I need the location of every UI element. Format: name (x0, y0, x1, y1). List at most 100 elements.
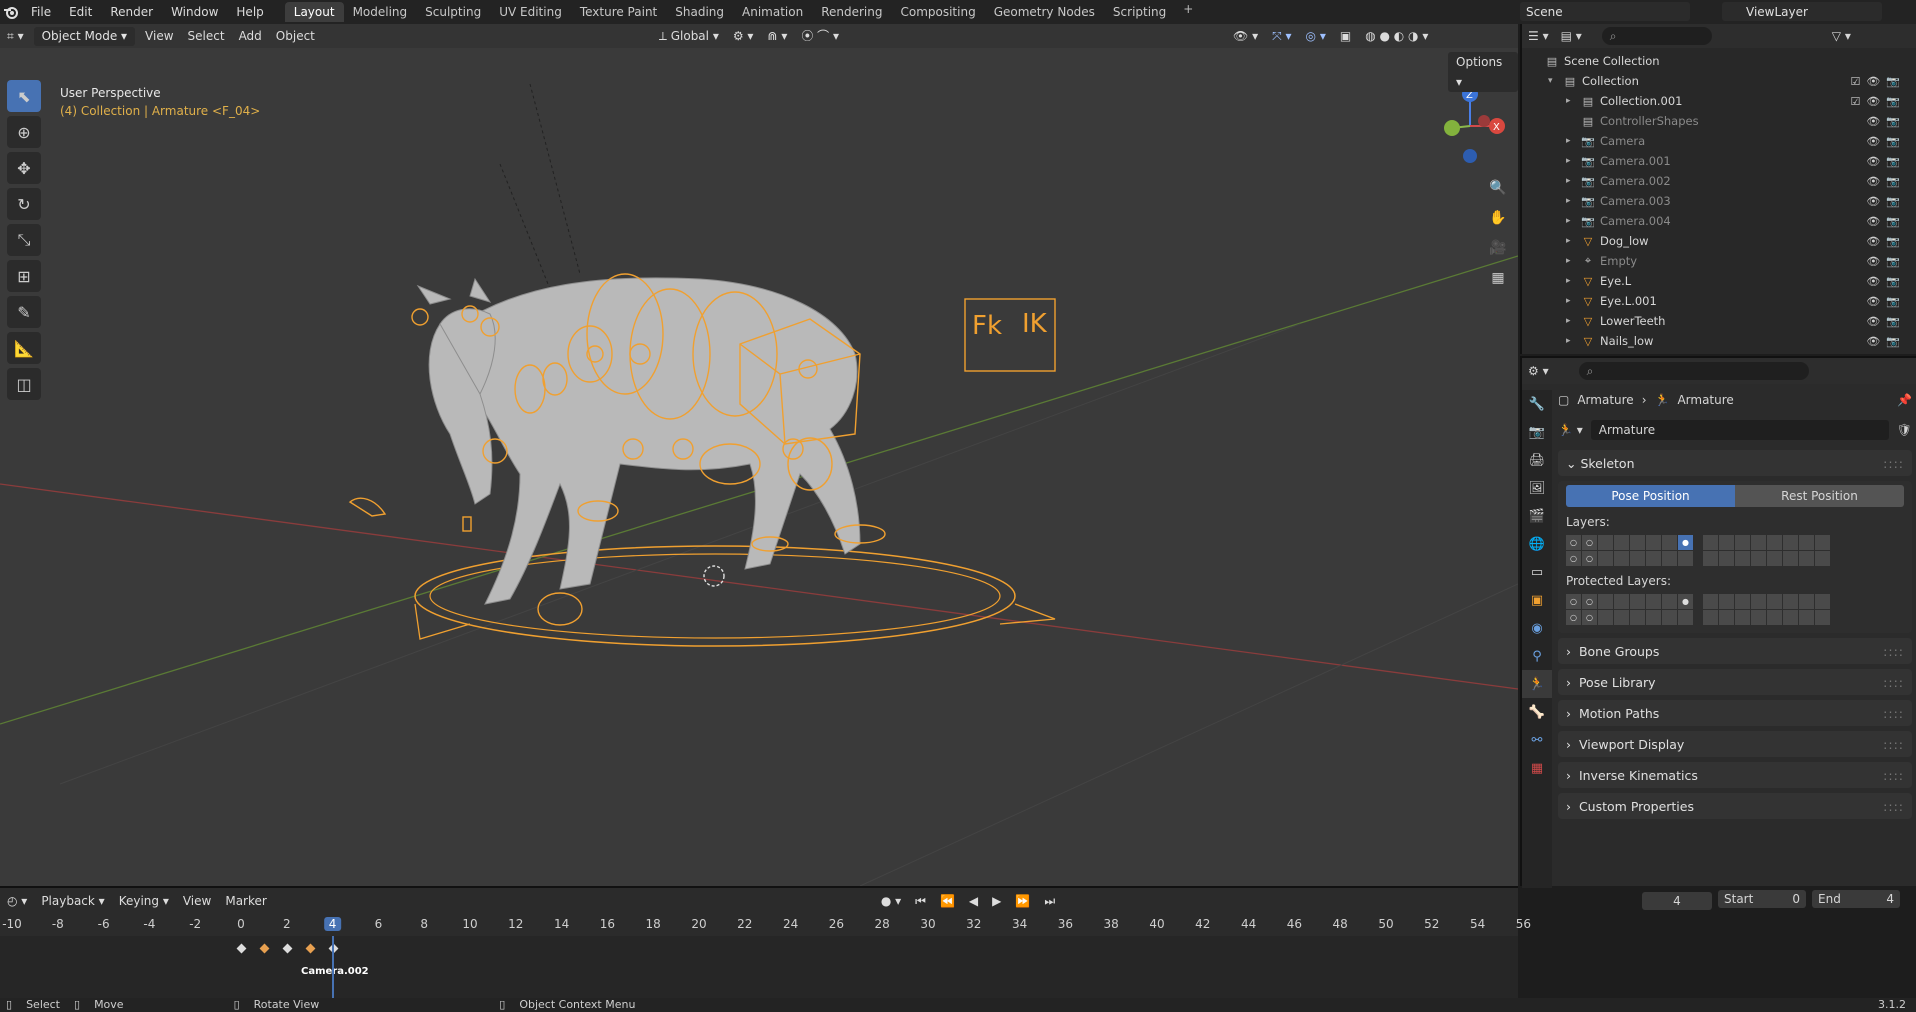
tab-sculpting[interactable]: Sculpting (416, 2, 490, 22)
layer-toggle[interactable] (1799, 535, 1814, 550)
outliner-editor-icon[interactable]: ☰ ▾ (1528, 29, 1549, 43)
tab-uv-editing[interactable]: UV Editing (490, 2, 571, 22)
add-workspace-icon[interactable]: + (1175, 2, 1201, 22)
camera-view-icon[interactable]: 🎥 (1484, 234, 1512, 262)
outliner-row[interactable]: ▸ 📷 Camera 👁📷 (1522, 131, 1916, 151)
gizmo-toggle-icon[interactable]: ⤧ ▾ (1265, 25, 1298, 47)
tab-rendering[interactable]: Rendering (812, 2, 891, 22)
layer-toggle[interactable] (1630, 610, 1645, 625)
visibility-toggles[interactable]: 👁📷 (1866, 215, 1906, 228)
tab-shading[interactable]: Shading (666, 2, 733, 22)
layer-buttons-left[interactable]: ○ ○ ● ○ ○ (1566, 535, 1693, 566)
current-frame-field[interactable]: 4 (1642, 892, 1712, 910)
layer-toggle[interactable] (1598, 610, 1613, 625)
panel-header[interactable]: › Inverse Kinematics:::: (1558, 762, 1912, 788)
layer-toggle[interactable] (1783, 535, 1798, 550)
menu-add[interactable]: Add (232, 25, 269, 47)
expand-down-icon[interactable]: ▾ (1548, 76, 1562, 86)
menu-view[interactable]: View (138, 25, 180, 47)
visibility-toggles[interactable]: 👁📷 (1866, 295, 1906, 308)
layer-toggle[interactable] (1735, 594, 1750, 609)
tab-modeling[interactable]: Modeling (344, 2, 417, 22)
render-tab-icon[interactable]: 📷 (1522, 418, 1552, 446)
editor-type-icon[interactable]: ⌗ ▾ (0, 25, 31, 47)
pin-icon[interactable]: 📌 (1897, 393, 1912, 407)
layer-toggle[interactable] (1815, 594, 1830, 609)
blender-logo-icon[interactable] (0, 0, 22, 24)
properties-search-input[interactable]: ⌕ (1578, 362, 1809, 380)
layer-toggle[interactable] (1767, 551, 1782, 566)
keyframe-diamond[interactable] (305, 943, 316, 954)
tab-compositing[interactable]: Compositing (891, 2, 984, 22)
layer-toggle[interactable]: ○ (1566, 535, 1581, 550)
expand-right-icon[interactable]: ▸ (1566, 96, 1580, 106)
fake-user-shield-icon[interactable]: 🛡 (1897, 423, 1912, 437)
drag-handle-icon[interactable]: :::: (1883, 737, 1904, 752)
layer-toggle[interactable]: ○ (1582, 535, 1597, 550)
outliner-row[interactable]: ▸ ▽ Dog_low 👁📷 (1522, 231, 1916, 251)
xray-icon[interactable]: ▣ (1333, 25, 1358, 47)
layer-toggle[interactable] (1598, 535, 1613, 550)
timeline-ruler[interactable]: -10 -8 -6 -4 -2 0 2 4 6 8 10 12 14 16 18 20 22 24 26 28 30 32… (0, 914, 1531, 936)
outliner-row[interactable]: ▸ 📷 Camera.003 👁📷 (1522, 191, 1916, 211)
armature-data-icon[interactable]: 🏃 ▾ (1558, 423, 1583, 437)
layer-toggle[interactable] (1646, 551, 1661, 566)
visibility-toggles[interactable]: 👁📷 (1866, 255, 1906, 268)
scene-selector[interactable]: Scene (1520, 2, 1690, 21)
armature-name-field[interactable]: Armature (1590, 420, 1889, 440)
visibility-icon[interactable]: 👁 ▾ (1226, 25, 1265, 47)
layer-toggle[interactable] (1646, 610, 1661, 625)
menu-timeline-view[interactable]: View (176, 894, 218, 908)
layer-toggle[interactable] (1662, 610, 1677, 625)
visibility-toggles[interactable]: 👁📷 (1866, 195, 1906, 208)
visibility-toggles[interactable]: 👁📷 (1866, 175, 1906, 188)
mode-selector[interactable]: Object Mode ▾ (33, 26, 136, 46)
visibility-toggles[interactable]: ☑👁📷 (1850, 95, 1906, 108)
keyframe-diamond[interactable] (259, 943, 270, 954)
layer-toggle[interactable] (1815, 551, 1830, 566)
layer-toggle[interactable] (1630, 594, 1645, 609)
visibility-toggles[interactable]: 👁📷 (1866, 155, 1906, 168)
playhead[interactable] (331, 936, 334, 1002)
layer-toggle[interactable] (1783, 610, 1798, 625)
visibility-toggles[interactable]: 👁📷 (1866, 235, 1906, 248)
layer-toggle[interactable] (1799, 610, 1814, 625)
layer-toggle[interactable]: ○ (1582, 551, 1597, 566)
expand-right-icon[interactable]: ▸ (1566, 136, 1580, 146)
timeline-editor-type-icon[interactable]: ◴ ▾ (0, 894, 34, 908)
layer-buttons-right[interactable] (1703, 535, 1830, 566)
pose-position-button[interactable]: Pose Position (1566, 485, 1735, 507)
outliner-row[interactable]: ▸ ▽ Eye.L.001 👁📷 (1522, 291, 1916, 311)
visibility-toggles[interactable]: 👁📷 (1866, 115, 1906, 128)
expand-right-icon[interactable]: ▸ (1566, 296, 1580, 306)
layer-toggle[interactable] (1735, 610, 1750, 625)
layer-toggle[interactable] (1815, 610, 1830, 625)
outliner-row[interactable]: ▸ ▤ Collection.001 ☑👁📷 (1522, 91, 1916, 111)
layer-toggle[interactable] (1662, 535, 1677, 550)
jump-end-icon[interactable]: ⏭ (1037, 894, 1062, 909)
end-frame-field[interactable]: End 4 (1812, 890, 1900, 908)
layer-toggle[interactable]: ○ (1582, 610, 1597, 625)
transform-tool-icon[interactable]: ⊞ (7, 260, 41, 292)
outliner-row[interactable]: ▾ ▤ Collection ☑👁📷 (1522, 71, 1916, 91)
filter-icon[interactable]: ▽ ▾ (1832, 29, 1851, 43)
cursor-tool-icon[interactable]: ⊕ (7, 116, 41, 148)
expand-right-icon[interactable]: ▸ (1566, 316, 1580, 326)
expand-right-icon[interactable]: ▸ (1566, 176, 1580, 186)
layer-toggle[interactable] (1719, 551, 1734, 566)
world-tab-icon[interactable]: 🌐 (1522, 530, 1552, 558)
drag-handle-icon[interactable]: :::: (1883, 706, 1904, 721)
scene-tab-icon[interactable]: 🎬 (1522, 502, 1552, 530)
panel-header[interactable]: › Pose Library:::: (1558, 669, 1912, 695)
outliner[interactable]: ☰ ▾ ▤ ▾ ⌕ ▽ ▾ ▤ Scene Collection ▾ ▤ Collect… (1520, 24, 1916, 354)
prev-key-icon[interactable]: ⏪ (933, 894, 962, 908)
layer-toggle[interactable] (1703, 551, 1718, 566)
shading-mode-icons[interactable]: ◍ ● ◐ ◑ ▾ (1358, 25, 1435, 47)
drag-handle-icon[interactable]: :::: (1883, 644, 1904, 659)
layer-toggle[interactable] (1783, 594, 1798, 609)
layer-toggle[interactable] (1614, 594, 1629, 609)
keyframe-diamond[interactable] (282, 943, 293, 954)
layer-toggle[interactable]: ○ (1566, 594, 1581, 609)
protected-layer-buttons-left[interactable]: ○ ○ ● ○ ○ (1566, 594, 1693, 625)
layer-toggle[interactable] (1767, 610, 1782, 625)
